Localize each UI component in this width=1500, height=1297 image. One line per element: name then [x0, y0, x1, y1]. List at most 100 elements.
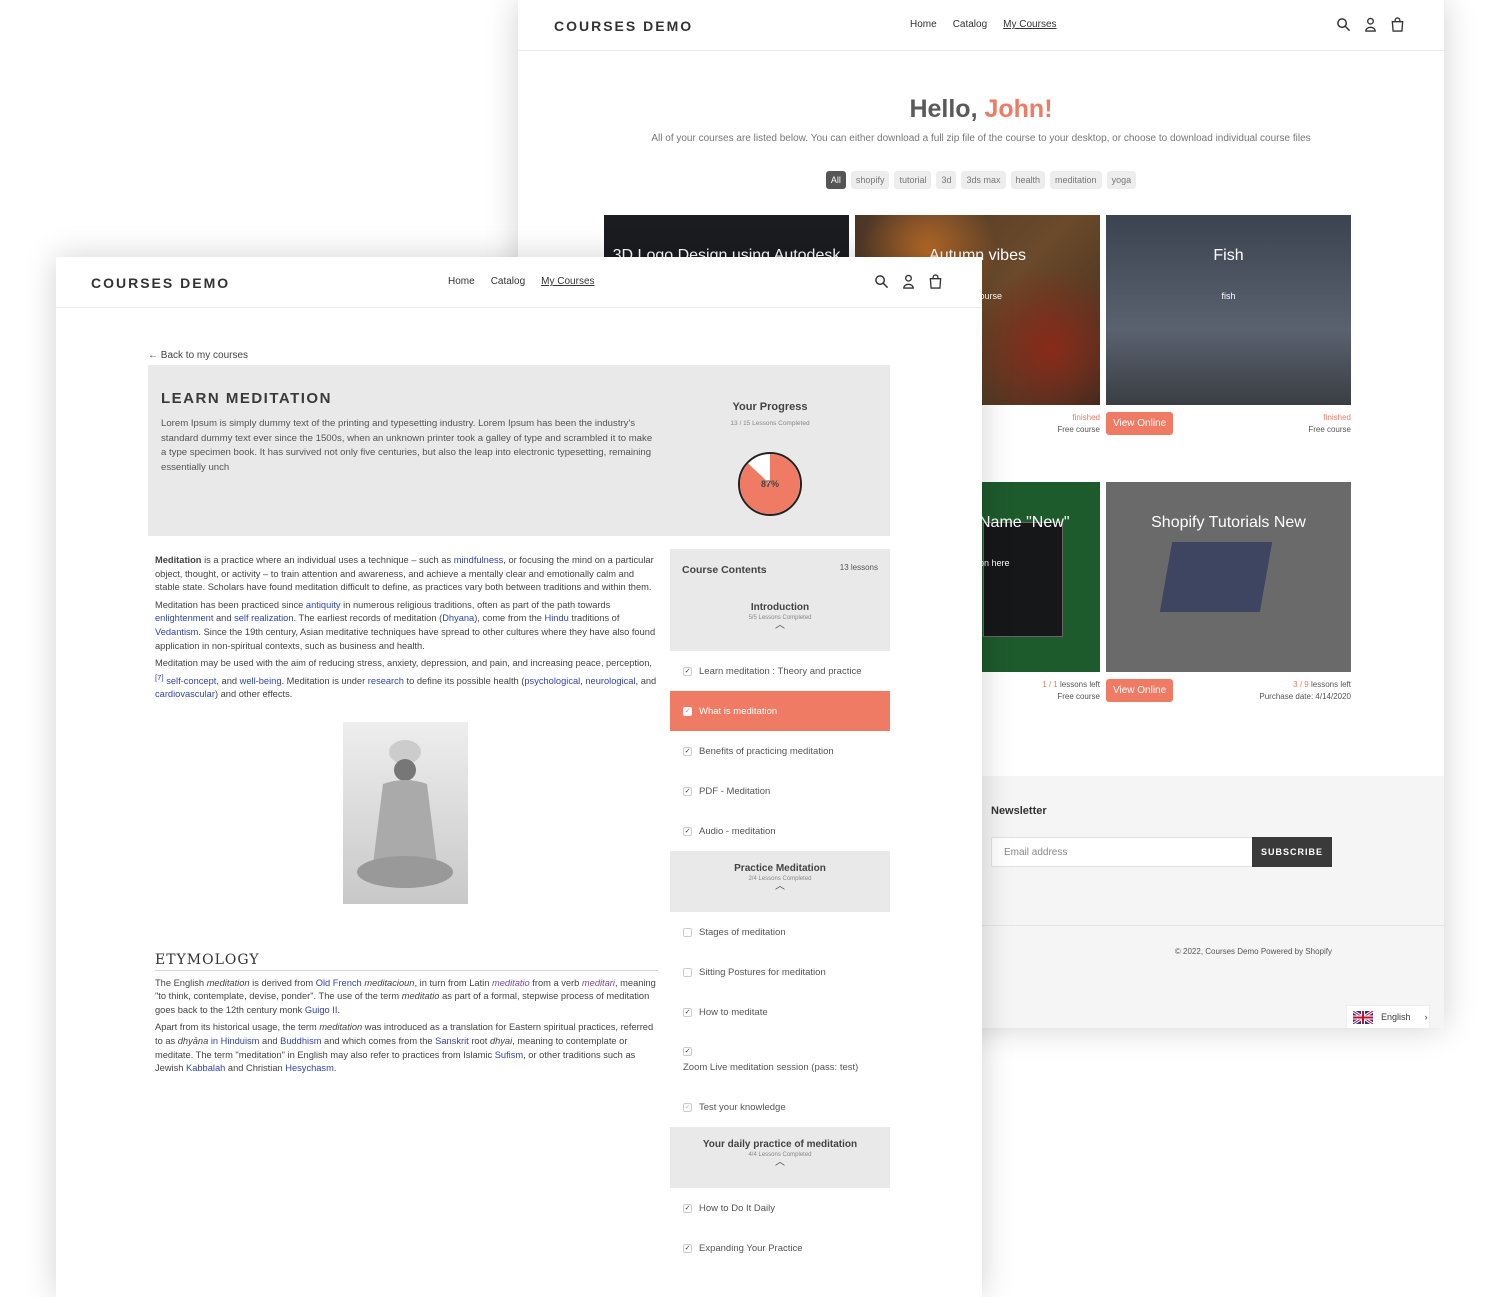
lesson-label: Learn meditation : Theory and practice	[699, 665, 862, 677]
chevron-up-icon[interactable]: ︿	[670, 1158, 890, 1168]
nav-home[interactable]: Home	[910, 19, 937, 30]
lesson-item[interactable]: ✓ How to Do It Daily	[670, 1188, 890, 1228]
lesson-item[interactable]: ✓ How to meditate	[670, 992, 890, 1032]
lesson-item[interactable]: ✓ Benefits of practicing meditation	[670, 731, 890, 771]
section-title: Practice Meditation	[734, 863, 826, 874]
progress-panel: Your Progress 13 / 15 Lessons Completed …	[696, 401, 844, 524]
card-subtitle: on here	[979, 558, 1010, 568]
tag-filter: All shopify tutorial 3d 3ds max health m…	[518, 171, 1444, 189]
section-title: Introduction	[750, 602, 810, 613]
main-nav: Home Catalog My Courses	[910, 19, 1057, 30]
tag-tutorial[interactable]: tutorial	[894, 171, 932, 189]
tag-3ds-max[interactable]: 3ds max	[961, 171, 1006, 189]
tag-health[interactable]: health	[1010, 171, 1046, 189]
lesson-item[interactable]: Sitting Postures for meditation	[670, 952, 890, 992]
tag-shopify[interactable]: shopify	[850, 171, 890, 189]
card-title: Fish	[1213, 247, 1244, 264]
progress-title: Your Progress	[732, 401, 808, 413]
nav-my-courses[interactable]: My Courses	[541, 276, 594, 287]
course-card[interactable]: Shopify Tutorials New	[1106, 482, 1351, 672]
nav-catalog[interactable]: Catalog	[953, 19, 987, 30]
logo[interactable]: COURSES DEMO	[554, 18, 693, 34]
section-header[interactable]: Practice Meditation 2/4 Lessons Completed…	[670, 851, 890, 912]
checkbox[interactable]: ✓	[683, 826, 692, 836]
lesson-article: Meditation is a practice where an indivi…	[155, 555, 657, 700]
lesson-label: How to Do It Daily	[699, 1202, 776, 1214]
cart-icon[interactable]	[1390, 17, 1405, 32]
chevron-up-icon[interactable]: ︿	[670, 882, 890, 892]
card-meta: 3 / 9 lessons left Purchase date: 4/14/20…	[1259, 680, 1351, 701]
header: COURSES DEMO Home Catalog My Courses	[518, 0, 1444, 51]
progress-label: 87%	[761, 479, 779, 489]
cart-icon[interactable]	[928, 274, 943, 289]
section-header[interactable]: Your daily practice of meditation 4/4 Les…	[670, 1127, 890, 1188]
lesson-item[interactable]: ✓ PDF - Meditation	[670, 771, 890, 811]
greeting: Hello, John!	[909, 95, 1053, 123]
course-title: LEARN MEDITATION	[161, 390, 332, 407]
checkbox[interactable]: ✓	[683, 666, 692, 676]
lesson-label: What is meditation	[699, 705, 778, 717]
course-hero: LEARN MEDITATION Lorem Ipsum is simply d…	[148, 365, 890, 536]
language-selector[interactable]: English ›	[1346, 1005, 1430, 1028]
checkbox[interactable]: ✓	[683, 1203, 692, 1213]
course-contents-title: Course Contents	[682, 564, 767, 576]
section-title: Your daily practice of meditation	[702, 1139, 858, 1150]
chevron-up-icon[interactable]: ︿	[670, 621, 890, 631]
course-card[interactable]: Fish fish	[1106, 215, 1351, 405]
tag-meditation[interactable]: meditation	[1050, 171, 1102, 189]
lesson-item[interactable]: ✓ Learn meditation : Theory and practice	[670, 651, 890, 691]
card-title: Name "New"	[979, 514, 1070, 531]
copyright: © 2022, Courses Demo Powered by Shopify	[1174, 947, 1332, 956]
checkbox[interactable]	[683, 967, 692, 977]
checkbox[interactable]: ✓	[683, 786, 692, 796]
lesson-item[interactable]: ✓ Test your knowledge	[670, 1087, 890, 1127]
lesson-item[interactable]: Stages of meditation	[670, 912, 890, 952]
search-icon[interactable]	[874, 274, 889, 289]
lesson-label: PDF - Meditation	[699, 785, 771, 797]
card-subtitle: fish	[1221, 291, 1236, 301]
lesson-item[interactable]: ✓ Audio - meditation	[670, 811, 890, 851]
course-contents: Course Contents 13 lessons Introduction 5…	[670, 549, 890, 1268]
account-icon[interactable]	[1363, 17, 1378, 32]
course-contents-header: Course Contents 13 lessons	[670, 549, 890, 590]
checkbox[interactable]: ✓	[683, 1007, 692, 1017]
checkbox[interactable]: ✓	[683, 746, 692, 756]
email-input[interactable]: Email address	[991, 837, 1253, 867]
checkbox[interactable]: ✓	[683, 1046, 692, 1056]
section-header[interactable]: Introduction 5/5 Lessons Completed ︿	[670, 590, 890, 651]
search-icon[interactable]	[1336, 17, 1351, 32]
lesson-item[interactable]: ✓ Expanding Your Practice	[670, 1228, 890, 1268]
course-window: COURSES DEMO Home Catalog My Courses ← B…	[56, 257, 982, 1297]
logo[interactable]: COURSES DEMO	[91, 275, 230, 291]
nav-my-courses[interactable]: My Courses	[1003, 19, 1056, 30]
checkbox[interactable]: ✓	[683, 1102, 692, 1112]
lesson-label: Sitting Postures for meditation	[699, 966, 826, 978]
nav-home[interactable]: Home	[448, 276, 475, 287]
account-icon[interactable]	[901, 274, 916, 289]
subscribe-button[interactable]: SUBSCRIBE	[1252, 837, 1332, 867]
tag-3d[interactable]: 3d	[936, 171, 957, 189]
lesson-label: Zoom Live meditation session (pass: test…	[683, 1061, 859, 1073]
etymology-section: ETYMOLOGY The English meditation is deri…	[155, 953, 658, 1080]
lesson-item[interactable]: ✓ Zoom Live meditation session (pass: tes…	[670, 1032, 890, 1087]
lesson-count: 13 lessons	[839, 563, 878, 572]
nav-catalog[interactable]: Catalog	[491, 276, 525, 287]
lesson-label: Test your knowledge	[699, 1101, 786, 1113]
lesson-item[interactable]: ✓ What is meditation	[670, 691, 890, 731]
card-meta: finished Free course	[1308, 413, 1351, 434]
checkbox[interactable]: ✓	[683, 1243, 692, 1253]
meditation-photo	[343, 722, 468, 904]
main-nav: Home Catalog My Courses	[448, 276, 595, 287]
lesson-label: Expanding Your Practice	[699, 1242, 803, 1254]
tag-all[interactable]: All	[825, 171, 846, 189]
checkbox[interactable]	[683, 927, 692, 937]
chevron-right-icon: ›	[1424, 1012, 1428, 1022]
newsletter-title: Newsletter	[991, 805, 1047, 817]
header: COURSES DEMO Home Catalog My Courses	[56, 257, 982, 308]
back-to-courses-link[interactable]: ← Back to my courses	[148, 350, 248, 361]
arrow-left-icon: ←	[148, 350, 161, 361]
checkbox[interactable]: ✓	[683, 706, 692, 716]
tag-yoga[interactable]: yoga	[1106, 171, 1137, 189]
progress-subtitle: 13 / 15 Lessons Completed	[730, 420, 810, 427]
lesson-label: Audio - meditation	[699, 825, 776, 837]
